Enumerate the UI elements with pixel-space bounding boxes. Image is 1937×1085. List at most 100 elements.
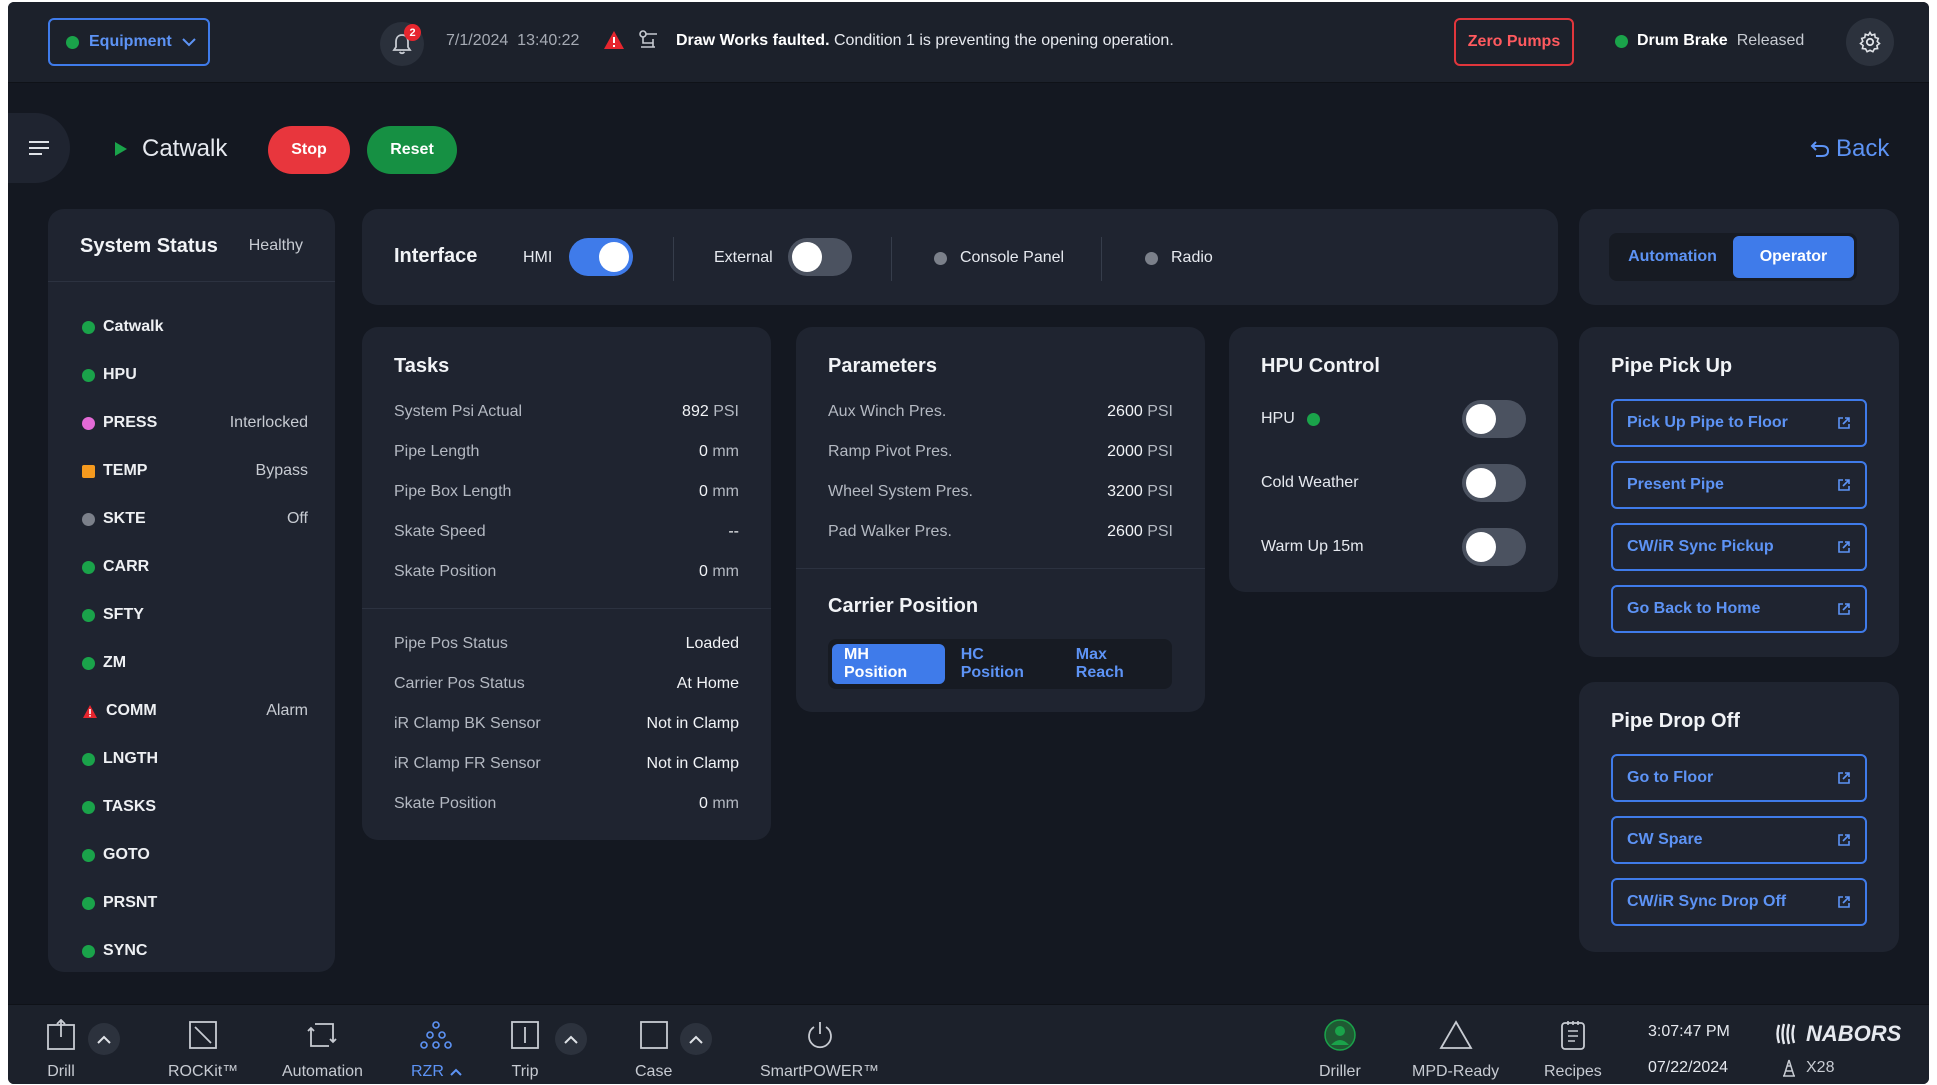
external-link-icon — [1838, 772, 1850, 784]
status-value: Alarm — [266, 702, 308, 719]
status-row: Pipe Pos Status Loaded — [394, 624, 739, 664]
pick-up-pipe-to-floor-button[interactable]: Pick Up Pipe to Floor — [1611, 399, 1867, 447]
present-pipe-button[interactable]: Present Pipe — [1611, 461, 1867, 509]
status-item-catwalk: Catwalk — [82, 303, 308, 351]
carrier-position-title: Carrier Position — [828, 595, 979, 617]
gear-icon — [1859, 31, 1881, 53]
warning-icon — [604, 31, 624, 49]
go-back-to-home-button[interactable]: Go Back to Home — [1611, 585, 1867, 633]
nav-label: ROCKit™ — [168, 1063, 239, 1080]
status-item-hpu: HPU — [82, 351, 308, 399]
nav-rockit[interactable]: ROCKit™ — [168, 1015, 238, 1081]
row-label: Skate Position — [394, 795, 497, 812]
equipment-dropdown[interactable]: Equipment — [48, 18, 210, 66]
brand-name: NABORS — [1806, 1021, 1902, 1046]
nav-driller[interactable]: Driller — [1319, 1015, 1361, 1081]
drum-brake-status: Drum Brake Released — [1615, 32, 1804, 50]
button-label: CW Spare — [1627, 831, 1703, 848]
status-item-zm: ZM — [82, 639, 308, 687]
row-label: Pipe Box Length — [394, 483, 512, 500]
value-number: 2600 — [1107, 523, 1143, 540]
max-reach-button[interactable]: Max Reach — [1064, 644, 1168, 684]
nav-automation[interactable]: Automation — [282, 1015, 363, 1081]
stop-button[interactable]: Stop — [268, 126, 350, 174]
nav-label: Drill — [47, 1063, 75, 1080]
nav-recipes[interactable]: Recipes — [1544, 1015, 1602, 1081]
row-label: HPU — [1261, 410, 1295, 427]
current-date: 07/22/2024 — [1648, 1059, 1729, 1076]
notifications-button[interactable]: 2 — [380, 22, 424, 66]
button-label: CW/iR Sync Drop Off — [1627, 893, 1787, 910]
automation-icon — [307, 1023, 338, 1047]
back-button[interactable]: Back — [1810, 135, 1889, 163]
row-label: iR Clamp FR Sensor — [394, 755, 541, 772]
status-dot — [82, 416, 95, 430]
status-row: Skate Position 0 mm — [394, 784, 739, 824]
status-item-comm: COMM Alarm — [82, 687, 308, 735]
rig-icon — [1783, 1059, 1795, 1077]
status-dot — [82, 512, 95, 526]
trip-expand-button[interactable] — [555, 1023, 587, 1055]
cold-weather-toggle[interactable] — [1462, 464, 1526, 502]
mode-selector: Automation Operator — [1609, 233, 1857, 281]
row-value: -- — [728, 523, 739, 541]
nav-mpd-ready[interactable]: MPD-Ready — [1412, 1015, 1499, 1081]
rig-label: X28 — [1806, 1059, 1835, 1076]
external-toggle[interactable] — [788, 238, 852, 276]
chevron-up-icon — [689, 1035, 703, 1044]
nav-smartpower[interactable]: SmartPOWER™ — [760, 1015, 879, 1081]
top-bar: Equipment 2 7/1/2024 13:40:22 Draw Works… — [8, 2, 1929, 83]
cw-ir-sync-pickup-button[interactable]: CW/iR Sync Pickup — [1611, 523, 1867, 571]
toggle-knob — [792, 242, 822, 272]
mh-position-button[interactable]: MH Position — [832, 644, 945, 684]
nav-label: RZR — [411, 1063, 444, 1080]
drum-brake-label: Drum Brake — [1637, 32, 1728, 49]
status-row: Carrier Pos Status At Home — [394, 664, 739, 704]
hpu-toggle[interactable] — [1462, 400, 1526, 438]
brand-logo: NABORS — [1776, 1021, 1901, 1047]
notification-badge: 2 — [404, 24, 421, 41]
nav-rzr[interactable]: RZR — [411, 1015, 462, 1081]
nav-drill[interactable]: Drill — [46, 1015, 76, 1081]
settings-button[interactable] — [1846, 18, 1894, 66]
user-avatar-icon — [1324, 1019, 1356, 1051]
nav-label: Automation — [282, 1063, 363, 1080]
radio-dot — [1145, 252, 1158, 265]
status-dot — [82, 320, 95, 334]
automation-mode-button[interactable]: Automation — [1612, 236, 1733, 278]
warm-up-toggle[interactable] — [1462, 528, 1526, 566]
row-value: 0 mm — [699, 443, 739, 461]
status-name: TEMP — [103, 462, 148, 479]
nav-case[interactable]: Case — [635, 1015, 672, 1081]
drill-expand-button[interactable] — [88, 1023, 120, 1055]
nav-trip[interactable]: Trip — [510, 1015, 540, 1081]
hmi-toggle[interactable] — [569, 238, 633, 276]
rzr-icon — [420, 1021, 453, 1049]
status-dot — [82, 848, 95, 862]
status-item-carr: CARR — [82, 543, 308, 591]
menu-button[interactable] — [8, 113, 70, 183]
zero-pumps-button[interactable]: Zero Pumps — [1454, 18, 1574, 66]
cw-spare-button[interactable]: CW Spare — [1611, 816, 1867, 864]
triangle-icon — [1439, 1020, 1473, 1049]
nav-label: Driller — [1319, 1063, 1361, 1080]
carrier-position-selector: MH Position HC Position Max Reach — [828, 639, 1172, 689]
reset-button[interactable]: Reset — [367, 126, 457, 174]
status-item-sfty: SFTY — [82, 591, 308, 639]
row-label: Skate Position — [394, 563, 497, 580]
go-to-floor-button[interactable]: Go to Floor — [1611, 754, 1867, 802]
chevron-down-icon — [181, 38, 196, 47]
system-status-panel: System Status Healthy Catwalk HPU PRESS I… — [48, 209, 335, 972]
operator-mode-button[interactable]: Operator — [1733, 236, 1854, 278]
row-value: 892 PSI — [682, 403, 739, 421]
status-name: SYNC — [103, 942, 148, 959]
parameters-title: Parameters — [828, 355, 937, 377]
app-window: Equipment 2 7/1/2024 13:40:22 Draw Works… — [8, 2, 1929, 1084]
status-name: HPU — [103, 366, 137, 383]
hc-position-button[interactable]: HC Position — [949, 644, 1060, 684]
status-name: SFTY — [103, 606, 144, 623]
cw-ir-sync-drop-off-button[interactable]: CW/iR Sync Drop Off — [1611, 878, 1867, 926]
case-expand-button[interactable] — [680, 1023, 712, 1055]
row-value: 2600 PSI — [1107, 523, 1173, 541]
value-number: 0 — [698, 795, 708, 812]
